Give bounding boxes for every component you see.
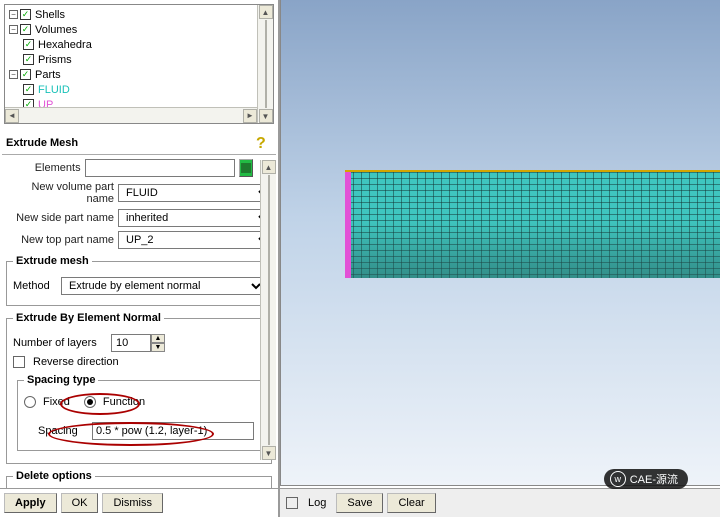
- extrude-normal-group: Extrude By Element Normal Number of laye…: [6, 312, 272, 464]
- newside-label: New side part name: [6, 212, 114, 224]
- log-label: Log: [308, 497, 326, 509]
- layers-label: Number of layers: [13, 337, 107, 349]
- function-radio[interactable]: [84, 396, 96, 408]
- spin-down-icon[interactable]: ▼: [151, 343, 165, 352]
- checkbox-icon[interactable]: ✓: [20, 24, 31, 35]
- tree-scrollbar-v[interactable]: ▲▼: [257, 5, 273, 123]
- scroll-down-icon[interactable]: ▼: [259, 109, 273, 123]
- layers-input[interactable]: [111, 334, 151, 352]
- tree-scrollbar-h[interactable]: ◄►: [5, 107, 257, 123]
- function-label: Function: [103, 396, 145, 408]
- log-bar: Log Save Clear: [280, 488, 720, 517]
- panel-title: Extrude Mesh: [6, 137, 78, 149]
- scroll-up-icon[interactable]: ▲: [259, 5, 273, 19]
- spacing-label: Spacing: [38, 425, 88, 437]
- newtop-select[interactable]: UP_2: [118, 231, 272, 249]
- newside-select[interactable]: inherited: [118, 209, 272, 227]
- method-select[interactable]: Extrude by element normal: [61, 277, 265, 295]
- scroll-left-icon[interactable]: ◄: [5, 109, 19, 123]
- ok-button[interactable]: OK: [61, 493, 99, 513]
- save-button[interactable]: Save: [336, 493, 383, 513]
- collapse-icon[interactable]: −: [9, 25, 18, 34]
- elements-input[interactable]: [85, 159, 235, 177]
- checkbox-icon[interactable]: ✓: [20, 69, 31, 80]
- tree-fluid[interactable]: FLUID: [36, 84, 70, 96]
- reverse-label: Reverse direction: [33, 356, 119, 368]
- newtop-label: New top part name: [6, 234, 114, 246]
- log-checkbox[interactable]: [286, 497, 298, 509]
- tree-parts[interactable]: Parts: [33, 69, 61, 81]
- collapse-icon[interactable]: −: [9, 10, 18, 19]
- collapse-icon[interactable]: −: [9, 70, 18, 79]
- extrude-mesh-panel: Extrude Mesh ? Elements … New volume par…: [2, 132, 276, 488]
- spacing-type-group: Spacing type Fixed Function Spacing: [17, 374, 261, 451]
- spin-up-icon[interactable]: ▲: [151, 334, 165, 343]
- button-bar: Apply OK Dismiss: [0, 488, 278, 517]
- tree-volumes[interactable]: Volumes: [33, 24, 77, 36]
- elements-label: Elements: [6, 162, 81, 174]
- checkbox-icon[interactable]: ✓: [23, 39, 34, 50]
- method-label: Method: [13, 280, 57, 292]
- checkbox-icon[interactable]: ✓: [23, 54, 34, 65]
- checkbox-icon[interactable]: ✓: [20, 9, 31, 20]
- tree-hexa[interactable]: Hexahedra: [36, 39, 92, 51]
- mesh-preview: [345, 170, 720, 278]
- scroll-down-icon[interactable]: ▼: [262, 446, 276, 460]
- dismiss-button[interactable]: Dismiss: [102, 493, 163, 513]
- scroll-right-icon[interactable]: ►: [243, 109, 257, 123]
- fixed-label: Fixed: [43, 396, 70, 408]
- reverse-checkbox[interactable]: [13, 356, 25, 368]
- apply-button[interactable]: Apply: [4, 493, 57, 513]
- scroll-up-icon[interactable]: ▲: [262, 160, 276, 174]
- clear-button[interactable]: Clear: [387, 493, 435, 513]
- tree-pane: −✓Shells −✓Volumes ✓Hexahedra ✓Prisms −✓…: [4, 4, 274, 124]
- spacing-input[interactable]: [92, 422, 254, 440]
- watermark: wCAE-源流: [604, 469, 688, 489]
- tree-prisms[interactable]: Prisms: [36, 54, 72, 66]
- panel-scrollbar[interactable]: ▲▼: [260, 160, 276, 460]
- newvol-select[interactable]: FLUID: [118, 184, 272, 202]
- help-icon[interactable]: ?: [256, 135, 272, 151]
- newvol-label: New volume part name: [6, 181, 114, 205]
- checkbox-icon[interactable]: ✓: [23, 84, 34, 95]
- delete-options-group: Delete options Delete original elements …: [6, 470, 272, 488]
- tree-shells[interactable]: Shells: [33, 9, 65, 21]
- select-elements-icon[interactable]: [239, 159, 253, 177]
- wechat-icon: w: [610, 471, 626, 487]
- viewport-3d[interactable]: [280, 0, 720, 486]
- fixed-radio[interactable]: [24, 396, 36, 408]
- extrude-mesh-group: Extrude mesh Method Extrude by element n…: [6, 255, 272, 306]
